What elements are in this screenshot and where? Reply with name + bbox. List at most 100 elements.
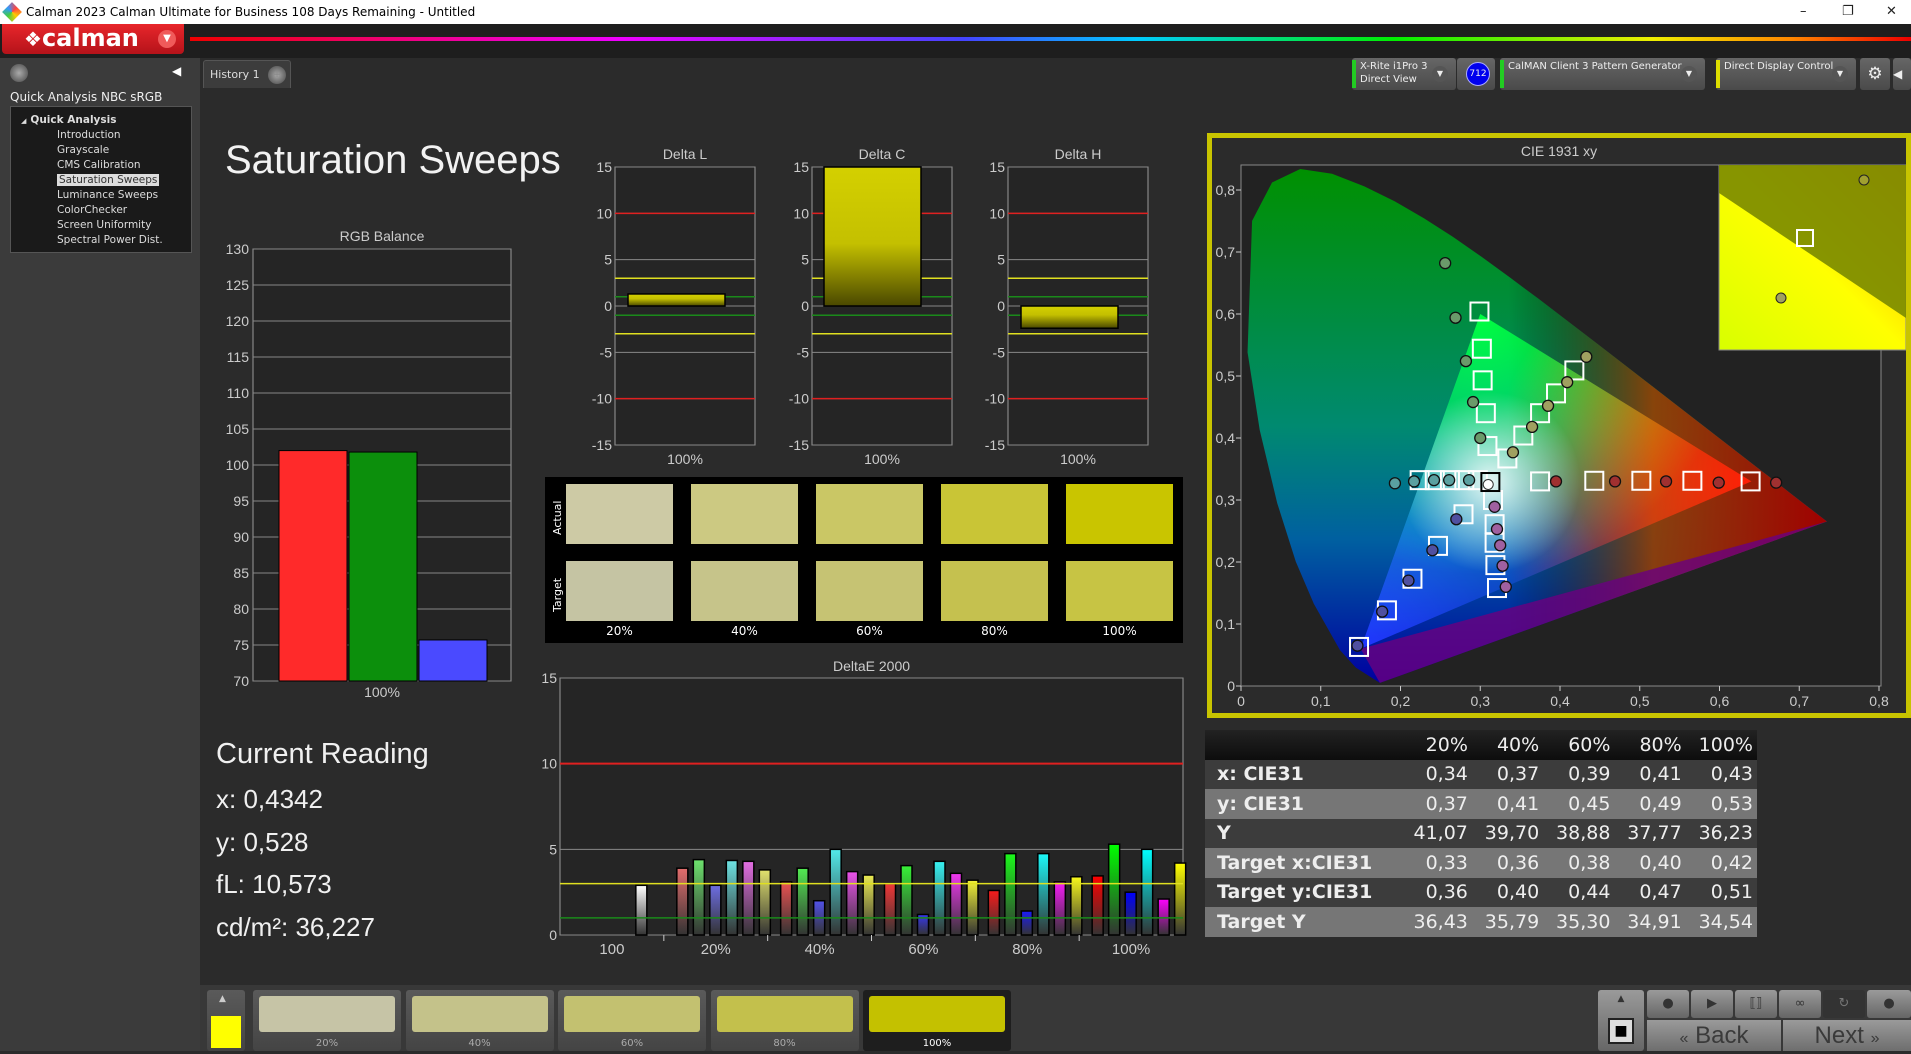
- swatch-label: 60%: [856, 624, 883, 638]
- stop-button[interactable]: ●: [1647, 990, 1689, 1018]
- actual-swatch: [691, 484, 798, 544]
- y-tick-label: -10: [789, 391, 809, 407]
- rainbow-divider: [190, 37, 1911, 41]
- patch-button[interactable]: 20%: [253, 990, 401, 1051]
- logo-diamond-icon: ❖: [24, 27, 42, 51]
- collapse-triangle-icon: ◢: [21, 117, 27, 125]
- sidebar-pin-button[interactable]: [10, 64, 28, 82]
- collapse-up-icon[interactable]: ▲: [219, 994, 226, 1004]
- deltae-bar: [1091, 875, 1104, 936]
- deltae-bar: [725, 859, 739, 936]
- settings-button[interactable]: ⚙: [1860, 58, 1890, 90]
- collapse-sidebar-icon[interactable]: ◀: [172, 64, 181, 78]
- sidebar-item-label: CMS Calibration: [57, 159, 141, 171]
- add-tab-button[interactable]: +: [268, 66, 286, 84]
- patch-button[interactable]: 100%: [863, 990, 1011, 1051]
- white-measured-point: [1482, 479, 1494, 490]
- y-tick-label: 90: [233, 529, 249, 545]
- meter-count-badge[interactable]: 712: [1466, 62, 1490, 86]
- tree-root[interactable]: ◢ Quick Analysis: [21, 113, 191, 128]
- measurement-table: 20% 40% 60% 80% 100% x: CIE31 0,34 0,37 0,39 0,41…: [1205, 730, 1757, 937]
- deltae-bar: [933, 860, 946, 936]
- chevron-double-left-icon: «: [1679, 1030, 1689, 1047]
- table-row: x: CIE31 0,34 0,37 0,39 0,41 0,43: [1205, 759, 1757, 789]
- table-cell: 0,49: [1639, 792, 1682, 815]
- y-tick-label: 130: [226, 241, 250, 257]
- y-tick-label: -15: [592, 437, 612, 453]
- inset-measured-point: [1775, 292, 1787, 304]
- chevron-down-icon[interactable]: ▼: [158, 30, 176, 48]
- y-tick-label: 0,7: [1216, 244, 1236, 260]
- sidebar-item[interactable]: Screen Uniformity: [44, 218, 191, 233]
- column-header: [1205, 730, 1401, 760]
- infinity-icon: ∞: [1794, 996, 1806, 1011]
- target-swatch: [691, 561, 798, 621]
- sidebar-item[interactable]: Luminance Sweeps: [44, 188, 191, 203]
- deltae-bar: [1020, 910, 1034, 936]
- pattern-generator-selector[interactable]: CalMAN Client 3 Pattern Generator ▼: [1500, 58, 1705, 90]
- sidebar-item[interactable]: ColorChecker: [44, 203, 191, 218]
- stop-measure-icon[interactable]: ■: [1608, 1018, 1634, 1044]
- sidebar-item[interactable]: Grayscale: [44, 143, 191, 158]
- patch-swatch: [564, 996, 700, 1032]
- y-tick-label: 0,1: [1216, 616, 1236, 632]
- x-tick-label: 100: [599, 941, 624, 958]
- close-button[interactable]: ✕: [1886, 0, 1897, 24]
- y-tick-label: -15: [985, 437, 1005, 453]
- reading-y: y: 0,528: [216, 826, 309, 857]
- swatch-label: 100%: [1102, 624, 1137, 638]
- y-tick-label: -5: [600, 344, 613, 360]
- measured-point: [1450, 513, 1463, 526]
- delta-h-chart: Delta H -15 -10 -5 0 5 10 15 100%: [985, 146, 1149, 465]
- record-button[interactable]: ●: [1867, 990, 1911, 1018]
- actual-swatch: [566, 484, 673, 544]
- table-cell: 34,54: [1698, 910, 1753, 933]
- restore-button[interactable]: ❐: [1842, 0, 1854, 24]
- continuous-button[interactable]: ∞: [1779, 990, 1821, 1018]
- top-band: [0, 24, 1911, 58]
- reading-x: x: 0,4342: [216, 784, 323, 814]
- y-tick-label: 105: [226, 421, 250, 437]
- x-tick-label: 100%: [364, 684, 400, 700]
- minimize-button[interactable]: –: [1800, 0, 1807, 24]
- patch-button[interactable]: 80%: [710, 990, 859, 1051]
- measured-point: [1351, 639, 1364, 652]
- patch-button[interactable]: 60%: [558, 990, 706, 1051]
- bar: [348, 451, 418, 682]
- calman-logo-menu[interactable]: ❖calman ▼: [2, 24, 184, 54]
- measured-point: [1442, 474, 1456, 487]
- measured-point: [1525, 420, 1539, 433]
- deltae-bar: [1157, 898, 1170, 936]
- play-button[interactable]: ▶: [1691, 990, 1733, 1018]
- sidebar-item[interactable]: CMS Calibration: [44, 158, 191, 173]
- bar: [418, 639, 488, 682]
- meter-selector[interactable]: X-Rite i1Pro 3 Direct View ▼: [1352, 58, 1456, 90]
- measured-point: [1490, 522, 1504, 536]
- refresh-button[interactable]: ↻: [1823, 990, 1865, 1018]
- swatch-label: 20%: [606, 624, 633, 638]
- sidebar-item[interactable]: Saturation Sweeps: [44, 173, 191, 188]
- y-tick-label: 115: [227, 349, 250, 365]
- back-button[interactable]: « Back: [1647, 1020, 1781, 1051]
- collapse-up-icon[interactable]: ▲: [1598, 990, 1644, 1008]
- display-control-selector[interactable]: Direct Display Control ▼: [1716, 58, 1856, 90]
- rgb-balance-chart: RGB Balance 70 75 80 85 90 95 100 105 110 115 120 12…: [226, 228, 512, 700]
- column-header: 60%: [1568, 733, 1611, 756]
- deltae-bar: [1173, 862, 1187, 936]
- display-status-indicator: [1716, 60, 1720, 88]
- tab-history-1[interactable]: History 1 +: [203, 60, 291, 88]
- deltae-bar: [635, 884, 648, 936]
- next-button[interactable]: Next »: [1783, 1020, 1911, 1051]
- delta-c-chart: Delta C -15 -10 -5 0 5 10 15 100%: [789, 146, 953, 465]
- measure-once-button[interactable]: ⟦⟧: [1735, 990, 1777, 1018]
- patch-label: 100%: [922, 1038, 952, 1049]
- table-cell: 0,40: [1639, 851, 1682, 874]
- sidebar-item[interactable]: Introduction: [44, 128, 191, 143]
- expand-panel-button[interactable]: ◀: [1893, 58, 1911, 90]
- deltae-bar: [758, 869, 772, 936]
- sidebar-item[interactable]: Spectral Power Dist.: [44, 233, 191, 248]
- next-label: Next: [1814, 1022, 1864, 1049]
- patch-button[interactable]: 40%: [405, 990, 554, 1051]
- circle-icon: ●: [1883, 996, 1895, 1011]
- y-tick-label: 85: [233, 565, 249, 581]
